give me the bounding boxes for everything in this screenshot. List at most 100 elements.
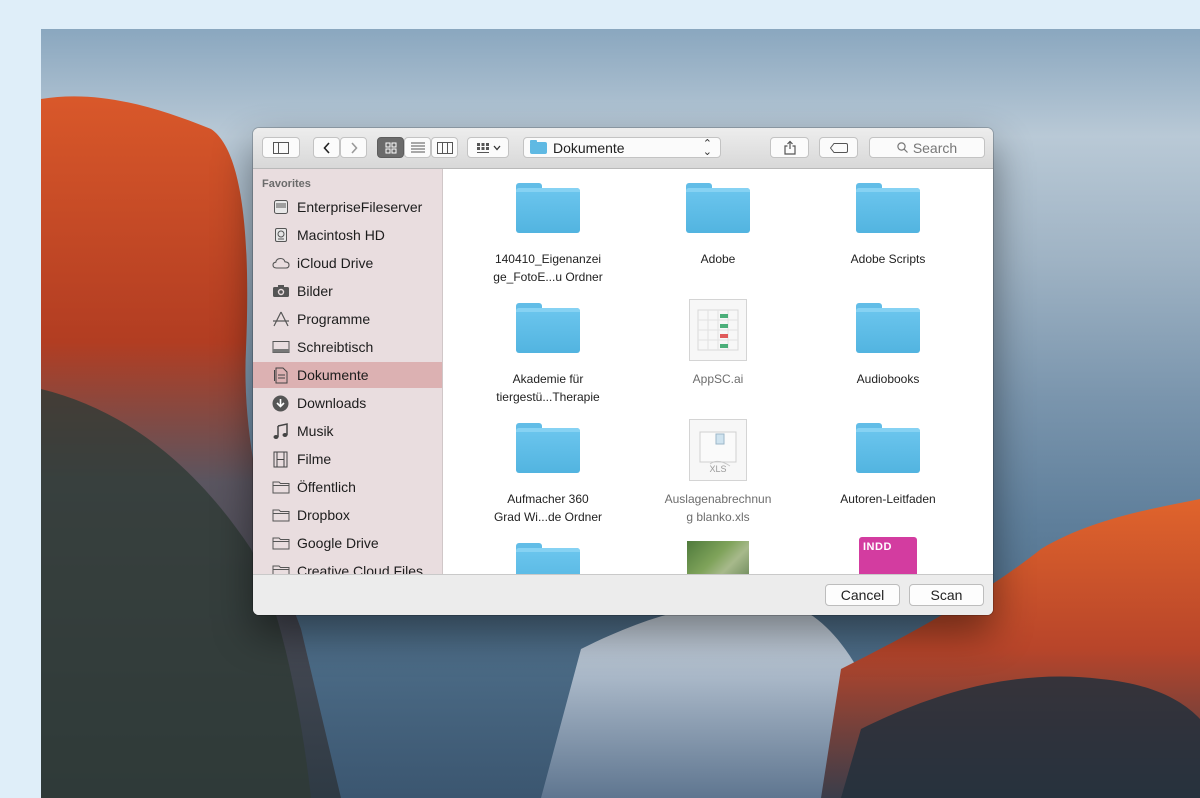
updown-chevron-icon: ⌃ ⌄ [702,138,712,158]
sidebar-item-label: Macintosh HD [297,227,385,243]
file-item[interactable] [633,529,803,574]
film-icon [271,451,290,468]
file-item[interactable]: Akademie für tiergestü...Therapie [463,289,633,407]
sidebar-item-label: EnterpriseFileserver [297,199,423,215]
list-view-icon [410,142,425,153]
sidebar-item-creative-cloud-files[interactable]: Creative Cloud Files [253,558,442,574]
sidebar-item-label: Dokumente [297,367,369,383]
sidebar-item-filme[interactable]: Filme [253,446,442,472]
column-view-icon [436,141,453,154]
sidebar-toggle-button[interactable] [262,137,300,158]
tag-icon [829,142,848,153]
sidebar-item-label: Schreibtisch [297,339,374,355]
arrange-menu-button[interactable] [467,137,509,158]
folder-icon [271,479,290,496]
file-item[interactable]: Autoren-Leitfaden [803,409,973,527]
sidebar-item-label: iCloud Drive [297,255,374,271]
file-label: AppSC.ai [692,372,744,386]
grid-view-icon [385,142,396,153]
file-label: Akademie für tiergestü...Therapie [496,372,600,404]
arrange-icon [476,142,489,153]
file-item[interactable]: Adobe [633,169,803,287]
sidebar-item-programme[interactable]: Programme [253,306,442,332]
file-item[interactable]: Adobe Scripts [803,169,973,287]
indd-file-icon: INDD [859,537,917,574]
documents-icon [271,367,290,384]
download-icon [271,395,290,412]
forward-button[interactable] [340,137,367,158]
sidebar-item-label: Google Drive [297,535,379,551]
folder-icon [516,543,580,574]
spreadsheet-icon: XLS [689,419,747,481]
folder-icon [686,183,750,233]
folder-icon [856,183,920,233]
sidebar-item-oeffentlich[interactable]: Öffentlich [253,474,442,500]
chevron-left-icon [322,141,330,154]
camera-icon [271,283,290,300]
sidebar-item-label: Filme [297,451,332,467]
sidebar-item-enterprisefileserver[interactable]: EnterpriseFileserver [253,194,442,220]
file-item[interactable]: 140410_Eigenanzei ge_FotoE...u Ordner [463,169,633,287]
file-open-dialog: Dokumente ⌃ ⌄ Search Favorites Enterprise… [253,128,993,615]
server-icon [271,199,290,216]
file-item[interactable]: XLS Auslagenabrechnun g blanko.xls [633,409,803,527]
document-icon [689,299,747,361]
folder-icon [271,563,290,574]
chevron-down-icon [493,145,500,150]
image-thumbnail [687,541,749,574]
sidebar: Favorites EnterpriseFileserver Macintosh… [253,169,443,574]
folder-icon [271,535,290,552]
tags-button[interactable] [819,137,858,158]
search-field[interactable]: Search [869,137,985,158]
folder-icon [530,139,547,154]
indd-badge: INDD [863,541,892,553]
apps-icon [271,311,290,328]
sidebar-item-dropbox[interactable]: Dropbox [253,502,442,528]
music-icon [271,422,290,440]
location-select[interactable]: Dokumente ⌃ ⌄ [523,137,721,158]
dialog-footer: Cancel Scan [253,574,993,615]
dialog-toolbar: Dokumente ⌃ ⌄ Search [253,128,993,169]
file-item[interactable]: Audiobooks [803,289,973,407]
file-label: Adobe [700,252,736,266]
svg-text:XLS: XLS [709,464,726,474]
folder-icon [516,423,580,473]
file-browser-grid: 140410_Eigenanzei ge_FotoE...u Ordner Ado… [443,169,993,574]
list-view-button[interactable] [404,137,431,158]
search-placeholder: Search [912,139,958,156]
sidebar-item-dokumente[interactable]: Dokumente [253,362,442,388]
column-view-button[interactable] [431,137,458,158]
file-item[interactable]: INDD [803,529,973,574]
sidebar-item-label: Bilder [297,283,333,299]
folder-icon [856,303,920,353]
sidebar-item-label: Musik [297,423,334,439]
back-button[interactable] [313,137,340,158]
sidebar-item-downloads[interactable]: Downloads [253,390,442,416]
sidebar-item-bilder[interactable]: Bilder [253,278,442,304]
folder-icon [516,303,580,353]
sidebar-item-musik[interactable]: Musik [253,418,442,444]
location-label: Dokumente [553,139,625,156]
file-item[interactable]: AppSC.ai [633,289,803,407]
sidebar-item-macintosh-hd[interactable]: Macintosh HD [253,222,442,248]
file-item[interactable]: Aufmacher 360 Grad Wi...de Ordner [463,409,633,527]
file-label: 140410_Eigenanzei ge_FotoE...u Ordner [493,252,603,284]
sidebar-item-icloud-drive[interactable]: iCloud Drive [253,250,442,276]
desktop-icon [271,339,290,356]
file-item[interactable] [463,529,633,574]
sidebar-icon [273,141,289,154]
sidebar-item-schreibtisch[interactable]: Schreibtisch [253,334,442,360]
sidebar-item-label: Creative Cloud Files [297,563,424,574]
sidebar-item-label: Programme [297,311,371,327]
sidebar-item-label: Downloads [297,395,367,411]
cloud-icon [271,255,290,272]
harddisk-icon [271,227,290,244]
share-button[interactable] [770,137,809,158]
chevron-right-icon [350,141,358,154]
file-label: Auslagenabrechnun g blanko.xls [664,492,772,524]
sidebar-item-google-drive[interactable]: Google Drive [253,530,442,556]
folder-icon [856,423,920,473]
scan-button[interactable]: Scan [909,584,984,606]
icon-view-button[interactable] [377,137,404,158]
cancel-button[interactable]: Cancel [825,584,900,606]
